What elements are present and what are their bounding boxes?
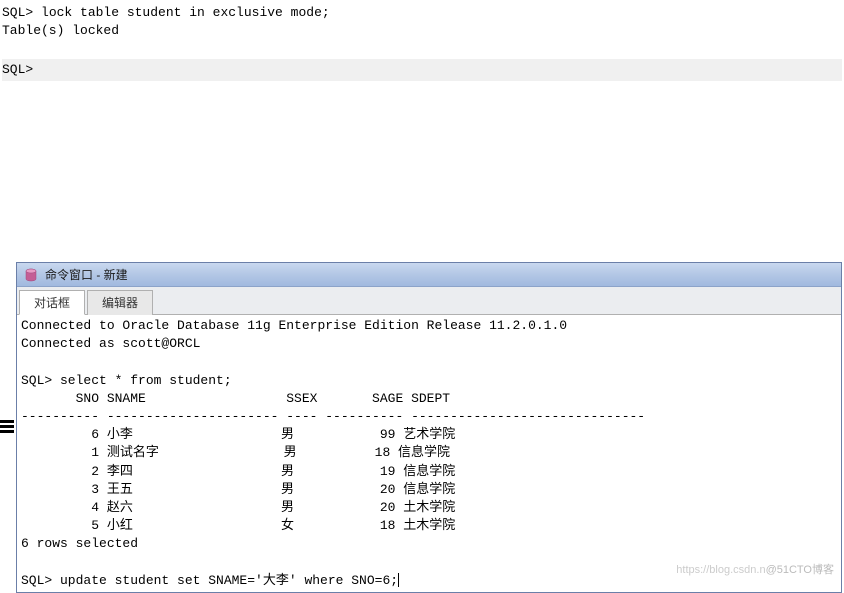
tab-dialog[interactable]: 对话框 — [19, 290, 85, 315]
tab-editor[interactable]: 编辑器 — [87, 290, 153, 315]
tab-bar: 对话框 编辑器 — [17, 287, 841, 315]
sql-blank — [2, 40, 842, 58]
table-divider: ---------- ---------------------- ---- -… — [21, 408, 837, 426]
table-row: 3 王五 男 20 信息学院 — [21, 481, 837, 499]
sql-prompt-active[interactable]: SQL> — [2, 59, 842, 81]
database-icon — [23, 267, 39, 283]
blank-line — [21, 353, 837, 371]
top-terminal[interactable]: SQL> lock table student in exclusive mod… — [0, 0, 844, 85]
table-row: 2 李四 男 19 信息学院 — [21, 463, 837, 481]
table-row: 4 赵六 男 20 土木学院 — [21, 499, 837, 517]
side-marks — [0, 420, 14, 435]
text-cursor — [398, 573, 399, 587]
watermark: https://blog.csdn.n@51CTO博客 — [676, 561, 834, 577]
connected-line-1: Connected to Oracle Database 11g Enterpr… — [21, 317, 837, 335]
command-window: 命令窗口 - 新建 对话框 编辑器 Connected to Oracle Da… — [16, 262, 842, 593]
connected-line-2: Connected as scott@ORCL — [21, 335, 837, 353]
window-titlebar[interactable]: 命令窗口 - 新建 — [17, 263, 841, 287]
table-row: 6 小李 男 99 艺术学院 — [21, 426, 837, 444]
table-row: 5 小红 女 18 土木学院 — [21, 517, 837, 535]
sql-output-locked: Table(s) locked — [2, 22, 842, 40]
terminal-output[interactable]: Connected to Oracle Database 11g Enterpr… — [17, 315, 841, 592]
rows-selected: 6 rows selected — [21, 535, 837, 553]
sql-line-lock: SQL> lock table student in exclusive mod… — [2, 4, 842, 22]
table-header: SNO SNAME SSEX SAGE SDEPT — [21, 390, 837, 408]
table-row: 1 测试名字 男 18 信息学院 — [21, 444, 837, 462]
select-statement: SQL> select * from student; — [21, 372, 837, 390]
window-title: 命令窗口 - 新建 — [45, 266, 128, 283]
